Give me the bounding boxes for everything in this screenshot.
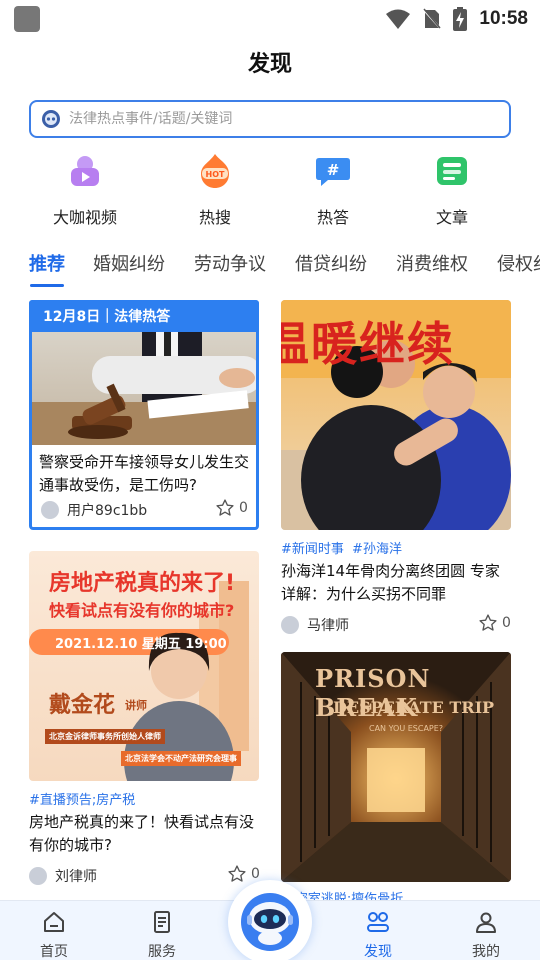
poster-speaker: 戴金花 [49,693,116,718]
favorite-button[interactable]: 0 [215,498,248,518]
card-image [32,332,256,445]
author-name: 用户89c1bb [67,503,148,519]
author-name: 马律师 [307,618,349,634]
quick-link-hot-answer[interactable]: # 热答 [278,152,388,228]
category-tabs: 推荐 婚姻纠纷 劳动争议 借贷纠纷 消费维权 侵权纠纷 [0,250,540,290]
quick-link-hot-search[interactable]: HOT 热搜 [160,152,270,228]
quick-link-label: 文章 [435,208,468,227]
nav-label: 我的 [472,944,500,960]
tab-labor[interactable]: 劳动争议 [194,250,266,276]
nav-label: 首页 [40,944,68,960]
quick-link-article[interactable]: 文章 [397,152,507,228]
card-author[interactable]: 马律师 [281,615,349,635]
discover-icon [367,912,389,932]
hashtag-chat-icon: # [314,152,352,190]
search-input[interactable] [69,111,469,127]
svg-text:HOT: HOT [206,170,225,179]
avatar [41,501,59,519]
poster-subtitle: DESPERATE TRIP [333,698,495,717]
card-tags: #新闻时事 #孙海洋 [281,538,402,557]
card-banner: 12月8日｜法律热答 [29,300,259,332]
wifi-icon [386,9,411,29]
nav-home[interactable]: 首页 [19,909,89,960]
banner-text: 12月8日｜法律热答 [43,309,171,325]
quick-link-label: 热搜 [198,208,231,227]
star-count: 0 [502,615,511,631]
svg-text:#: # [327,161,340,179]
nav-discover[interactable]: 发现 [343,909,413,960]
quick-link-label: 大咖视频 [52,208,117,227]
tag[interactable]: #新闻时事 [281,542,344,557]
profile-icon [476,912,496,933]
status-bar: 10:58 [0,0,540,38]
poster-tagline: CAN YOU ESCAPE? [369,724,444,733]
home-icon [44,912,64,932]
star-count: 0 [239,500,248,516]
card-image[interactable]: 温暖继续 [281,300,511,530]
app-notification-icon [14,6,40,32]
tab-lending[interactable]: 借贷纠纷 [295,250,367,276]
no-sim-icon [423,8,442,30]
quick-link-label: 热答 [316,208,349,227]
avatar [281,616,299,634]
poster-subheadline: 快看试点有没有你的城市? [49,601,235,620]
nav-profile[interactable]: 我的 [451,909,521,960]
card-title[interactable]: 警察受命开车接领导女儿发生交通事故受伤，是工伤吗? [39,451,251,497]
tab-tort[interactable]: 侵权纠纷 [497,250,540,276]
battery-charging-icon [453,7,468,31]
robot-icon [241,893,299,951]
star-icon [216,499,234,516]
favorite-button[interactable]: 0 [478,613,511,633]
tab-consumer[interactable]: 消费维权 [396,250,468,276]
robot-logo-icon [42,110,60,128]
avatar [29,867,47,885]
nav-service[interactable]: 服务 [127,909,197,960]
hot-icon: HOT [196,152,234,190]
tag[interactable]: #孙海洋 [352,542,402,557]
card-author[interactable]: 刘律师 [29,866,97,886]
card-title[interactable]: 孙海洋14年骨肉分离终团圆 专家详解：为什么买拐不同罪 [281,560,511,606]
article-icon [433,152,471,190]
card-image[interactable]: 房地产税真的来了! 快看试点有没有你的城市? 2021.12.10 星期五 19… [29,551,259,781]
star-count: 0 [251,866,260,882]
favorite-button[interactable]: 0 [227,864,260,884]
card-author[interactable]: 用户89c1bb [41,500,147,520]
quick-link-video[interactable]: 大咖视频 [30,152,140,228]
poster-date: 2021.12.10 星期五 19:00 [55,637,227,652]
tab-marriage[interactable]: 婚姻纠纷 [93,250,165,276]
video-icon [66,152,104,190]
poster-affiliation: 北京金诉律师事务所创始人律师 [45,729,165,744]
image-overlay-text: 温暖继续 [281,317,455,371]
star-icon [228,865,246,882]
poster-headline: 房地产税真的来了! [49,571,236,596]
active-tab-indicator [30,284,64,287]
star-icon [479,614,497,631]
card-title[interactable]: 房地产税真的来了！快看试点有没有你的城市? [29,811,259,857]
clock: 10:58 [479,8,528,29]
service-icon [154,911,170,933]
nav-label: 服务 [148,944,176,960]
tab-recommend[interactable]: 推荐 [29,250,65,276]
card-tags[interactable]: #直播预告;房产税 [29,789,135,808]
search-bar[interactable] [29,100,511,138]
card-image[interactable]: PRISON BREAK DESPERATE TRIP CAN YOU ESCA… [281,652,511,882]
poster-affiliation: 北京法学会不动产法研究会理事 [121,751,241,766]
nav-label: 发现 [364,944,392,960]
author-name: 刘律师 [55,869,97,885]
poster-speaker-role: 讲师 [125,699,147,712]
ai-assistant-button[interactable] [228,880,312,960]
page-title: 发现 [247,52,292,77]
